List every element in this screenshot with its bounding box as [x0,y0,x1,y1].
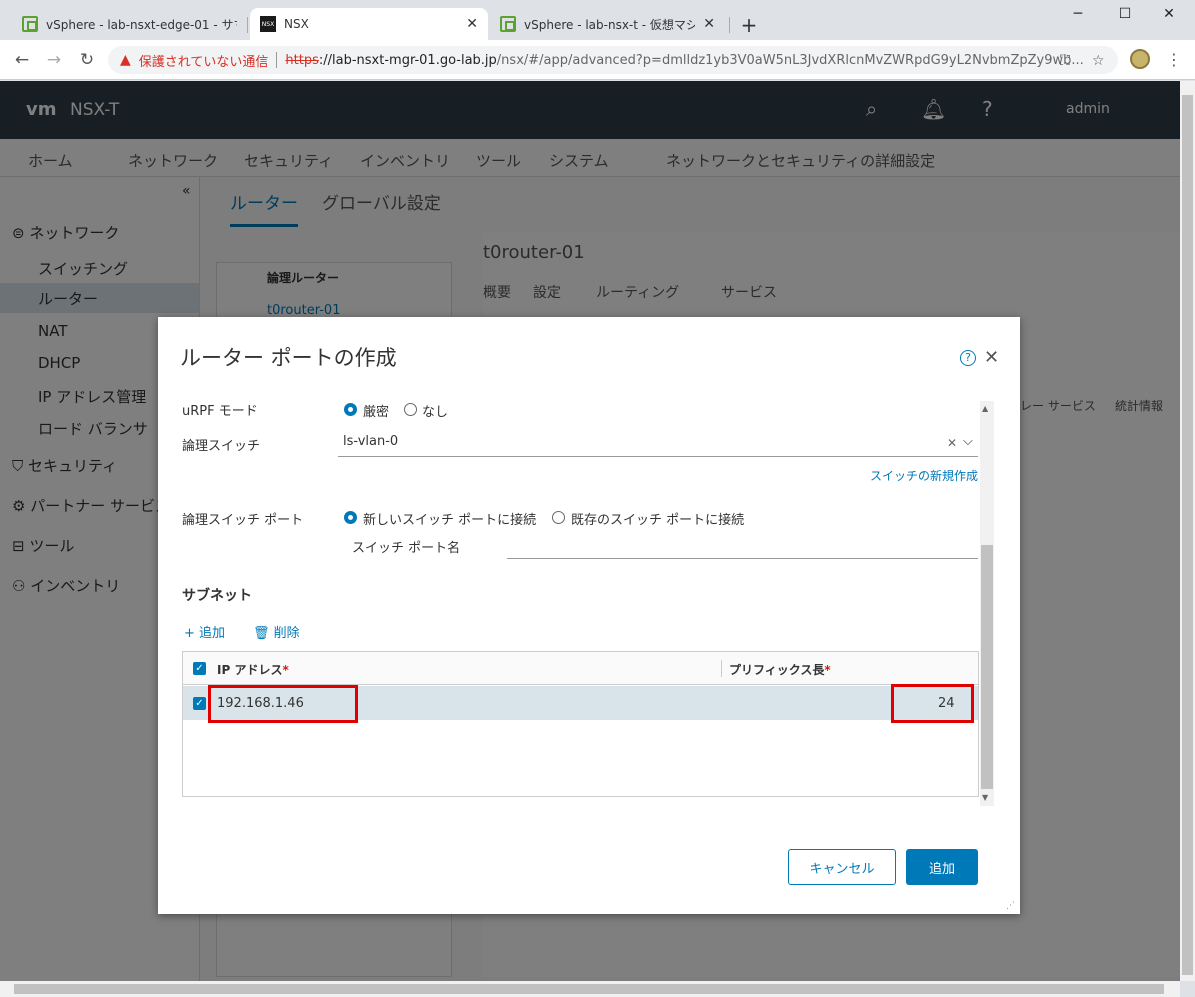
maximize-icon[interactable]: ☐ [1115,6,1135,22]
switch-port-label: 論理スイッチ ポート [182,513,304,528]
browser-tab-nsx[interactable]: NSX NSX ✕ [250,8,488,40]
tab-title: vSphere - lab-nsx-t - 仮想マシン [524,17,696,32]
tab-title: NSX [284,17,309,31]
forward-icon[interactable]: → [44,50,64,70]
translate-icon[interactable]: ⛶ [1060,53,1070,69]
required-mark: * [282,663,289,677]
scroll-up-icon[interactable]: ▲ [982,404,988,413]
back-icon[interactable]: ← [12,50,32,70]
urpf-none-label[interactable]: なし [422,401,448,420]
highlight-prefix-length [891,684,974,723]
add-label: 追加 [199,626,226,641]
column-prefix-length[interactable]: プリフィックス長* [729,661,831,678]
minimize-icon[interactable]: ─ [1068,6,1088,22]
column-label: プリフィックス長 [729,663,825,677]
scrollbar-thumb[interactable] [981,545,993,789]
browser-tab-strip: vSphere - lab-nsxt-edge-01 - サマ NSX NSX … [0,0,1195,40]
clear-icon[interactable]: ✕ [947,436,957,450]
scroll-down-icon[interactable]: ▼ [982,793,988,802]
browser-toolbar: ← → ↻ ▲ 保護されていない通信 https ://lab-nsxt-mgr… [0,40,1195,80]
window-close-icon[interactable]: ✕ [1159,6,1179,22]
existing-port-radio[interactable] [552,511,565,524]
subnet-grid: ✓ IP アドレス* プリフィックス長* ✓ 192.168.1.46 24 [182,651,979,797]
logical-switch-label: 論理スイッチ [182,439,261,454]
help-icon[interactable]: ? [960,350,976,366]
dialog-scrollbar[interactable]: ▲ ▼ [980,401,994,806]
tab-title: vSphere - lab-nsxt-edge-01 - サマ [46,17,237,32]
highlight-ip-address [208,685,358,723]
switch-port-name-label: スイッチ ポート名 [352,541,461,556]
column-divider[interactable] [721,660,722,677]
input-underline [507,558,978,559]
new-port-label[interactable]: 新しいスイッチ ポートに接続 [363,509,536,528]
create-switch-link[interactable]: スイッチの新規作成 [870,467,978,484]
row-checkbox[interactable]: ✓ [193,697,206,710]
security-status[interactable]: 保護されていない通信 [139,51,269,70]
grid-header: ✓ IP アドレス* プリフィックス長* [183,652,978,685]
chevron-down-icon[interactable]: ⌵ [963,434,973,449]
new-tab-button[interactable]: + [738,14,760,36]
url-path: /nsx/#/app/advanced?p=dmlldz1yb3V0aW5nL3… [496,52,1084,68]
warning-icon: ▲ [120,52,131,68]
url-scheme: https [285,52,319,68]
resize-handle-icon[interactable]: ⋰ [1006,901,1015,911]
browser-tab-vsphere-vm[interactable]: vSphere - lab-nsx-t - 仮想マシン ✕ [490,8,725,40]
cancel-button[interactable]: キャンセル [788,849,896,885]
nsx-icon: NSX [260,16,276,32]
close-tab-icon[interactable]: ✕ [703,16,715,32]
logical-switch-select[interactable]: ls-vlan-0 [343,434,398,449]
urpf-none-radio[interactable] [404,403,417,416]
browser-menu-icon[interactable]: ⋮ [1166,50,1182,69]
urpf-mode-label: uRPF モード [182,404,258,419]
divider [276,52,278,68]
reload-icon[interactable]: ↻ [77,50,97,70]
scrollbar-thumb[interactable] [14,984,1164,994]
required-mark: * [824,663,831,677]
existing-port-label[interactable]: 既存のスイッチ ポートに接続 [571,509,744,528]
add-subnet-button[interactable]: + 追加 [184,622,225,641]
browser-tab-vsphere-edge[interactable]: vSphere - lab-nsxt-edge-01 - サマ [12,8,247,40]
trash-icon: 🗑︎ [253,626,274,641]
vsphere-icon [22,16,38,32]
urpf-strict-label[interactable]: 厳密 [363,401,389,420]
scrollbar-thumb[interactable] [1182,95,1193,975]
address-bar[interactable]: ▲ 保護されていない通信 https ://lab-nsxt-mgr-01.go… [108,46,1118,74]
select-all-checkbox[interactable]: ✓ [193,662,206,675]
bookmark-star-icon[interactable]: ☆ [1092,53,1105,69]
url-host: ://lab-nsxt-mgr-01.go-lab.jp [318,52,497,68]
profile-avatar[interactable] [1130,49,1150,69]
new-port-radio[interactable] [344,511,357,524]
delete-label: 削除 [273,626,300,641]
dialog-body: uRPF モード 厳密 なし 論理スイッチ ls-vlan-0 ✕ ⌵ スイッチ… [158,397,998,809]
subnet-section-title: サブネット [182,588,252,604]
vsphere-icon [500,16,516,32]
close-icon[interactable]: ✕ [984,347,999,368]
add-button[interactable]: 追加 [906,849,978,885]
select-underline [338,456,978,457]
column-ip-address[interactable]: IP アドレス* [217,661,289,678]
page-horizontal-scrollbar[interactable] [0,981,1180,997]
dialog-title: ルーター ポートの作成 [180,346,397,370]
plus-icon: + [184,626,200,641]
column-label: IP アドレス [217,663,283,677]
urpf-strict-radio[interactable] [344,403,357,416]
close-tab-icon[interactable]: ✕ [466,16,478,32]
tab-divider [247,17,248,33]
tab-divider [729,17,730,33]
delete-subnet-button[interactable]: 🗑︎ 削除 [253,622,300,641]
page-vertical-scrollbar[interactable] [1180,81,1195,981]
create-router-port-dialog: ルーター ポートの作成 ? ✕ uRPF モード 厳密 なし 論理スイッチ ls… [158,317,1020,914]
